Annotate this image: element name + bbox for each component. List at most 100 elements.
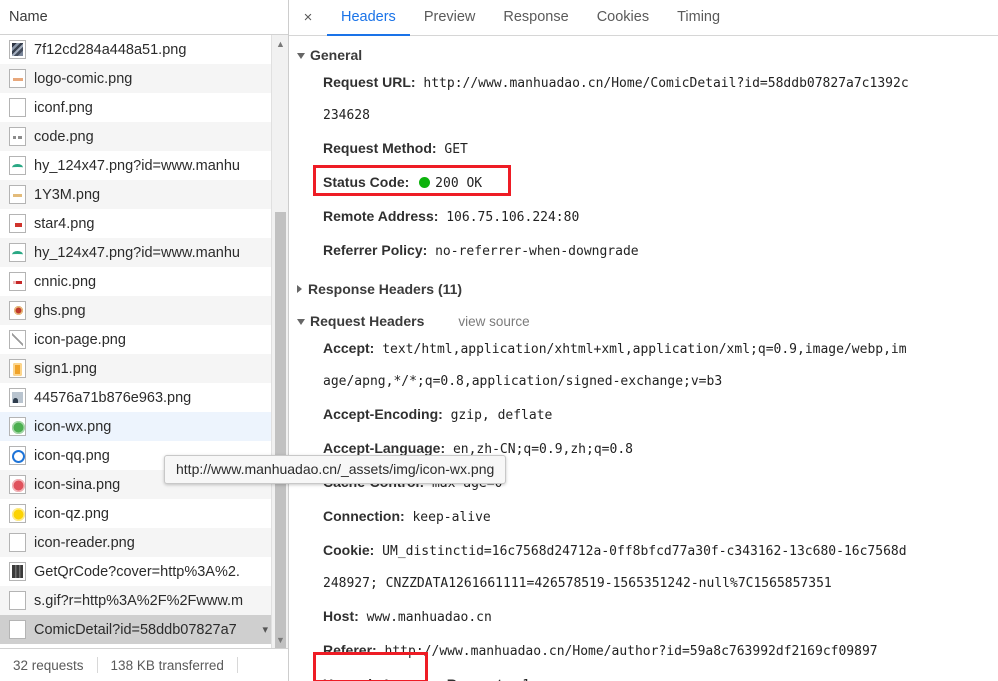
file-list-scrollbar[interactable]: ▲ ▼ xyxy=(271,35,288,648)
image-file-icon xyxy=(9,417,26,436)
tab-response-label: Response xyxy=(503,9,569,25)
list-item[interactable]: 1Y3M.png xyxy=(0,180,288,209)
qr-code-icon xyxy=(9,562,26,581)
list-item[interactable]: GetQrCode?cover=http%3A%2. xyxy=(0,557,288,586)
list-item-label: iconf.png xyxy=(34,99,93,116)
tab-timing[interactable]: Timing xyxy=(663,0,734,36)
list-item-label: ghs.png xyxy=(34,302,86,319)
header-key: Request URL: xyxy=(323,74,416,90)
image-file-icon xyxy=(9,127,26,146)
document-file-icon xyxy=(9,620,26,639)
header-key: Status Code: xyxy=(323,174,410,190)
header-value: gzip, deflate xyxy=(450,408,553,423)
list-item-label: icon-reader.png xyxy=(34,534,135,551)
header-value: keep-alive xyxy=(412,510,491,525)
headers-content[interactable]: General Request URL: http://www.manhuada… xyxy=(289,36,998,681)
list-item[interactable]: star4.png xyxy=(0,209,288,238)
list-item-label: icon-qz.png xyxy=(34,505,109,522)
list-item[interactable]: icon-page.png xyxy=(0,325,288,354)
list-item[interactable]: s.gif?r=http%3A%2F%2Fwww.m xyxy=(0,586,288,615)
tab-response[interactable]: Response xyxy=(489,0,582,36)
tab-preview[interactable]: Preview xyxy=(410,0,490,36)
list-item[interactable]: hy_124x47.png?id=www.manhu xyxy=(0,238,288,267)
image-file-icon xyxy=(9,301,26,320)
header-key: Upgrade-Insecure-Requests: xyxy=(323,676,514,681)
list-item[interactable]: hy_124x47.png?id=www.manhu xyxy=(0,151,288,180)
header-key: Request Method: xyxy=(323,140,437,156)
blank-file-icon xyxy=(9,533,26,552)
tab-headers-label: Headers xyxy=(341,9,396,25)
tab-headers[interactable]: Headers xyxy=(327,0,410,36)
image-file-icon xyxy=(9,69,26,88)
header-key: Referrer Policy: xyxy=(323,242,428,258)
scrollbar-thumb[interactable] xyxy=(275,212,286,648)
file-list: 7f12cd284a448a51.png logo-comic.png iconf.… xyxy=(0,35,288,644)
header-value-continuation: 234628 xyxy=(323,108,370,123)
blank-file-icon xyxy=(9,591,26,610)
list-item-label: logo-comic.png xyxy=(34,70,133,87)
list-item-label: star4.png xyxy=(34,215,95,232)
image-file-icon xyxy=(9,214,26,233)
list-item[interactable]: cnnic.png xyxy=(0,267,288,296)
detail-tab-bar: × Headers Preview Response Cookies Timin… xyxy=(289,0,998,36)
section-response-headers-header[interactable]: Response Headers (11) xyxy=(289,278,998,300)
list-item[interactable]: icon-reader.png xyxy=(0,528,288,557)
view-source-link[interactable]: view source xyxy=(458,314,529,329)
list-item[interactable]: logo-comic.png xyxy=(0,64,288,93)
image-file-icon xyxy=(9,475,26,494)
header-row: Accept: text/html,application/xhtml+xml,… xyxy=(289,332,998,366)
list-item-label: icon-qq.png xyxy=(34,447,110,464)
scroll-down-icon[interactable]: ▼ xyxy=(272,631,288,648)
row-expand-caret-icon[interactable]: ▾ xyxy=(262,623,268,636)
image-file-icon xyxy=(9,446,26,465)
tab-cookies[interactable]: Cookies xyxy=(583,0,663,36)
tab-cookies-label: Cookies xyxy=(596,9,650,25)
header-value-continuation: age/apng,*/*;q=0.8,application/signed-ex… xyxy=(323,374,723,389)
list-item[interactable]: 44576a71b876e963.png xyxy=(0,383,288,412)
header-key: Cookie: xyxy=(323,542,375,558)
list-item[interactable]: ComicDetail?id=58ddb07827a7 ▾ xyxy=(0,615,288,644)
chevron-down-icon-2 xyxy=(297,318,305,325)
list-item-label: hy_124x47.png?id=www.manhu xyxy=(34,157,240,174)
section-request-headers-title: Request Headers xyxy=(310,313,425,329)
chevron-down-icon xyxy=(297,52,305,59)
list-item-label: GetQrCode?cover=http%3A%2. xyxy=(34,563,240,580)
list-item[interactable]: sign1.png xyxy=(0,354,288,383)
header-value-continuation: 248927; CNZZDATA1261661111=426578519-156… xyxy=(323,576,832,591)
list-item-label: 1Y3M.png xyxy=(34,186,101,203)
image-thumbnail-icon xyxy=(9,40,26,59)
file-list-scroll-area[interactable]: 7f12cd284a448a51.png logo-comic.png iconf.… xyxy=(0,35,288,648)
header-value: http://www.manhuadao.cn/Home/ComicDetail… xyxy=(423,76,909,91)
image-file-icon xyxy=(9,330,26,349)
header-key: Remote Address: xyxy=(323,208,439,224)
header-row: Status Code: 200 OK xyxy=(289,166,998,200)
section-request-headers-header[interactable]: Request Headers view source xyxy=(289,310,998,332)
image-file-icon xyxy=(9,243,26,262)
image-file-icon xyxy=(9,359,26,378)
header-value: text/html,application/xhtml+xml,applicat… xyxy=(382,342,907,357)
header-row: Upgrade-Insecure-Requests: 1 xyxy=(289,668,998,681)
list-item[interactable]: iconf.png xyxy=(0,93,288,122)
status-ok-dot-icon xyxy=(419,177,431,188)
list-item[interactable]: code.png xyxy=(0,122,288,151)
close-icon[interactable]: × xyxy=(289,0,327,35)
list-item-label: ComicDetail?id=58ddb07827a7 xyxy=(34,621,237,638)
column-header-label: Name xyxy=(9,9,48,25)
request-header-rows: Accept: text/html,application/xhtml+xml,… xyxy=(289,332,998,681)
list-item[interactable]: icon-wx.png xyxy=(0,412,288,441)
header-row: Connection: keep-alive xyxy=(289,500,998,534)
devtools-network-panel: Name 7f12cd284a448a51.png logo-comic.png i… xyxy=(0,0,998,681)
section-general-header[interactable]: General xyxy=(289,44,998,66)
list-item[interactable]: icon-qz.png xyxy=(0,499,288,528)
header-value: UM_distinctid=16c7568d24712a-0ff8bfcd77a… xyxy=(382,544,907,559)
list-item-label: sign1.png xyxy=(34,360,97,377)
header-row: Referer: http://www.manhuadao.cn/Home/au… xyxy=(289,634,998,668)
url-tooltip: http://www.manhuadao.cn/_assets/img/icon… xyxy=(164,455,507,484)
list-item[interactable]: ghs.png xyxy=(0,296,288,325)
scroll-up-icon[interactable]: ▲ xyxy=(272,35,288,52)
header-row: Request URL: http://www.manhuadao.cn/Hom… xyxy=(289,66,998,100)
list-item[interactable]: 7f12cd284a448a51.png xyxy=(0,35,288,64)
network-request-list-panel: Name 7f12cd284a448a51.png logo-comic.png i… xyxy=(0,0,289,681)
column-header-name[interactable]: Name xyxy=(0,0,288,35)
header-value: GET xyxy=(444,142,468,157)
